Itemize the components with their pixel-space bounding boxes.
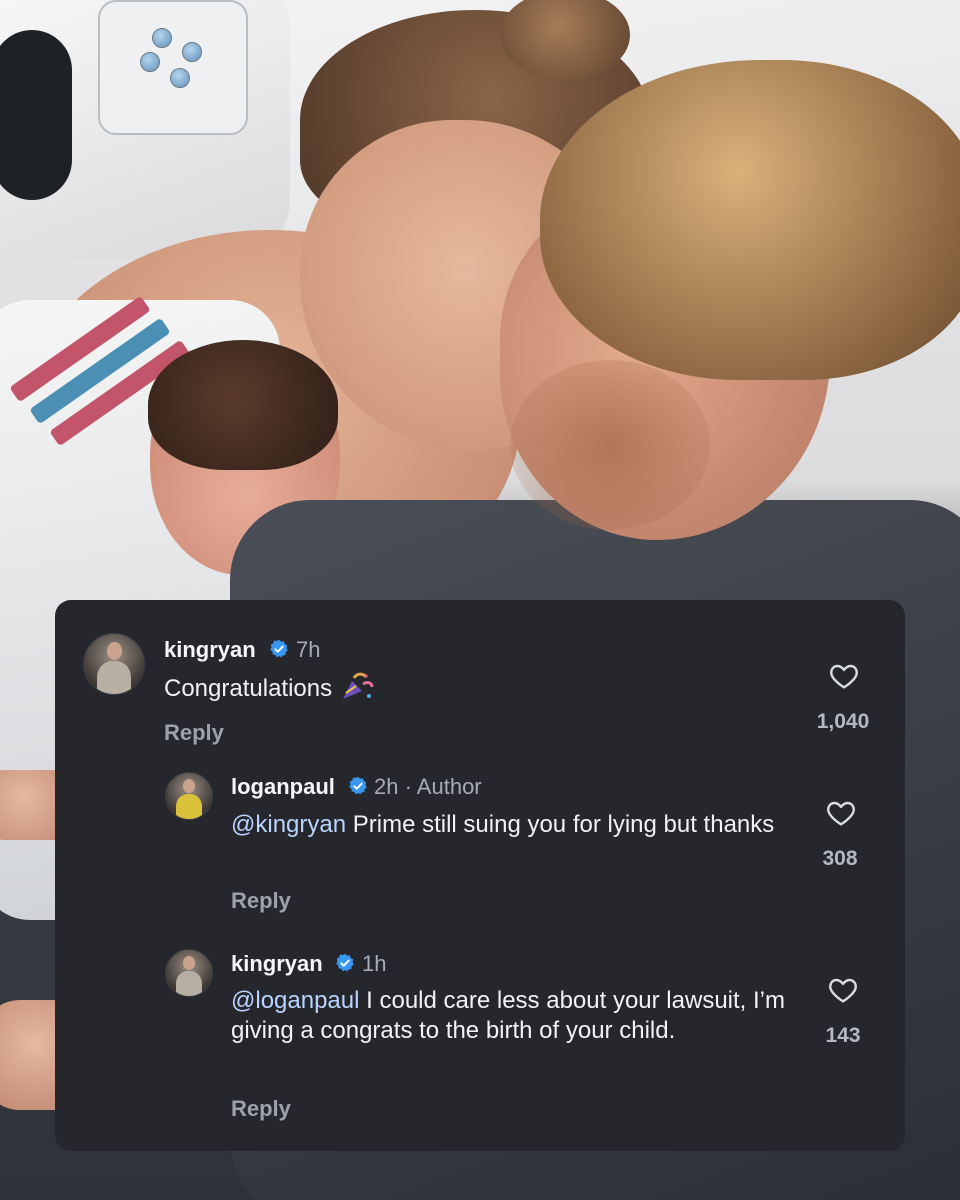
- like-count: 1,040: [816, 710, 870, 733]
- avatar[interactable]: [165, 772, 213, 820]
- reply-button[interactable]: Reply: [231, 1096, 291, 1122]
- man-hair: [540, 60, 960, 380]
- reply-button[interactable]: Reply: [164, 720, 224, 746]
- comment-text: @kingryan Prime still suing you for lyin…: [231, 811, 775, 838]
- username[interactable]: loganpaul: [231, 774, 335, 800]
- timestamp: 1h: [362, 951, 387, 976]
- verified-badge-icon: [270, 639, 288, 658]
- verified-badge-icon: [336, 953, 354, 972]
- mention-link[interactable]: @kingryan: [231, 811, 346, 838]
- verified-badge-icon: [349, 776, 367, 795]
- comment-text: @loganpaul I could care less about your …: [231, 987, 785, 1044]
- mention-link[interactable]: @loganpaul: [231, 987, 359, 1014]
- heart-icon[interactable]: [827, 660, 861, 692]
- avatar[interactable]: [165, 949, 213, 997]
- reply-button[interactable]: Reply: [231, 888, 291, 914]
- timestamp: 7h: [296, 637, 321, 662]
- party-popper-emoji-icon: [343, 672, 374, 699]
- username[interactable]: kingryan: [231, 951, 323, 977]
- heart-icon[interactable]: [824, 797, 858, 829]
- like-count: 143: [825, 1024, 861, 1047]
- man-beard: [510, 360, 710, 530]
- bed-control-panel: [98, 0, 248, 135]
- comments-panel: kingryan 7h Congratulations Reply 1,040: [55, 600, 905, 1151]
- baby-hair: [148, 340, 338, 470]
- comment-text: Congratulations: [164, 672, 374, 704]
- username[interactable]: kingryan: [164, 637, 256, 663]
- heart-icon[interactable]: [826, 974, 860, 1006]
- avatar[interactable]: [83, 633, 145, 695]
- like-count: 308: [822, 847, 858, 870]
- timestamp: 2h · Author: [374, 774, 482, 799]
